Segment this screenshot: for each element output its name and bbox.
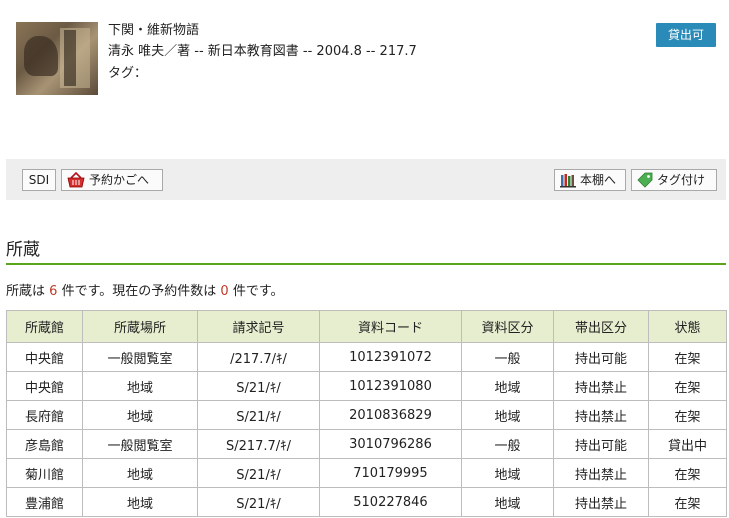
table-cell: 中央館	[6, 342, 83, 372]
add-tag-button[interactable]: タグ付け	[631, 169, 717, 191]
table-cell: 地域	[461, 400, 554, 430]
table-header-row: 所蔵館 所蔵場所 請求記号 資料コード 資料区分 帯出区分 状態	[6, 310, 727, 343]
bibliographic-info: 下関・維新物語 清永 唯夫／著 -- 新日本教育図書 -- 2004.8 -- …	[108, 22, 417, 84]
table-cell: 1012391080	[319, 371, 462, 401]
count-mid: 件です。現在の予約件数は	[61, 284, 217, 299]
table-cell: 豊浦館	[6, 487, 83, 517]
table-cell: S/21/ｷ/	[197, 458, 320, 488]
table-row: 中央館 一般閲覧室 /217.7/ｷ/ 1012391072 一般 持出可能 在…	[6, 342, 727, 372]
table-cell: 持出可能	[553, 429, 649, 459]
column-header: 請求記号	[197, 310, 320, 343]
table-cell: 一般	[461, 342, 554, 372]
cover-title-band	[64, 30, 76, 86]
sdi-button-label: SDI	[28, 173, 50, 187]
tag-icon	[637, 172, 653, 188]
section-divider	[6, 263, 726, 265]
table-cell: 地域	[82, 487, 198, 517]
column-header: 帯出区分	[553, 310, 649, 343]
table-cell: 在架	[648, 342, 727, 372]
table-cell: 在架	[648, 400, 727, 430]
holdings-count-text: 所蔵は 6 件です。現在の予約件数は 0 件です。	[6, 280, 284, 299]
cover-figure	[24, 36, 58, 76]
action-toolbar: SDI 予約かごへ 本棚へ タグ付け	[6, 159, 726, 200]
holdings-table: 所蔵館 所蔵場所 請求記号 資料コード 資料区分 帯出区分 状態 中央館 一般閲…	[6, 310, 727, 517]
table-row: 豊浦館 地域 S/21/ｷ/ 510227846 地域 持出禁止 在架	[6, 487, 727, 517]
table-cell: S/21/ｷ/	[197, 400, 320, 430]
table-cell: 長府館	[6, 400, 83, 430]
column-header: 資料コード	[319, 310, 462, 343]
table-cell: 中央館	[6, 371, 83, 401]
table-cell: 彦島館	[6, 429, 83, 459]
tag-label: タグ：	[108, 66, 148, 81]
table-cell: 2010836829	[319, 400, 462, 430]
table-cell: 在架	[648, 458, 727, 488]
table-cell: 貸出中	[648, 429, 727, 459]
table-cell: 持出禁止	[553, 487, 649, 517]
table-cell: 地域	[82, 458, 198, 488]
table-row: 彦島館 一般閲覧室 S/217.7/ｷ/ 3010796286 一般 持出可能 …	[6, 429, 727, 459]
table-cell: 3010796286	[319, 429, 462, 459]
table-cell: 710179995	[319, 458, 462, 488]
add-to-cart-button[interactable]: 予約かごへ	[61, 169, 163, 191]
holdings-total: 6	[49, 284, 58, 299]
bookshelf-icon	[560, 174, 576, 188]
reservation-count: 0	[220, 284, 229, 299]
table-cell: 持出可能	[553, 342, 649, 372]
table-row: 菊川館 地域 S/21/ｷ/ 710179995 地域 持出禁止 在架	[6, 458, 727, 488]
table-cell: 在架	[648, 371, 727, 401]
column-header: 状態	[648, 310, 727, 343]
table-cell: 持出禁止	[553, 458, 649, 488]
table-cell: 菊川館	[6, 458, 83, 488]
table-row: 中央館 地域 S/21/ｷ/ 1012391080 地域 持出禁止 在架	[6, 371, 727, 401]
table-cell: 一般閲覧室	[82, 342, 198, 372]
sdi-button[interactable]: SDI	[22, 169, 56, 191]
table-cell: 持出禁止	[553, 400, 649, 430]
column-header: 所蔵場所	[82, 310, 198, 343]
basket-icon	[67, 172, 85, 188]
holdings-heading: 所蔵	[6, 240, 40, 260]
status-badge: 貸出可	[656, 23, 716, 47]
book-meta: 清永 唯夫／著 -- 新日本教育図書 -- 2004.8 -- 217.7	[108, 44, 417, 59]
book-cover-image[interactable]	[16, 22, 98, 95]
table-cell: 一般閲覧室	[82, 429, 198, 459]
table-cell: 1012391072	[319, 342, 462, 372]
table-cell: 地域	[82, 371, 198, 401]
table-cell: 地域	[461, 371, 554, 401]
add-tag-label: タグ付け	[657, 173, 706, 187]
count-suffix: 件です。	[232, 284, 284, 299]
column-header: 所蔵館	[6, 310, 83, 343]
table-row: 長府館 地域 S/21/ｷ/ 2010836829 地域 持出禁止 在架	[6, 400, 727, 430]
bookshelf-label: 本棚へ	[580, 173, 617, 187]
table-cell: 一般	[461, 429, 554, 459]
table-cell: 在架	[648, 487, 727, 517]
table-cell: 地域	[82, 400, 198, 430]
table-cell: 地域	[461, 487, 554, 517]
table-cell: 510227846	[319, 487, 462, 517]
count-prefix: 所蔵は	[6, 284, 46, 299]
table-cell: S/21/ｷ/	[197, 371, 320, 401]
book-title[interactable]: 下関・維新物語	[108, 22, 417, 40]
add-to-cart-label: 予約かごへ	[89, 173, 150, 187]
table-cell: S/21/ｷ/	[197, 487, 320, 517]
table-cell: /217.7/ｷ/	[197, 342, 320, 372]
column-header: 資料区分	[461, 310, 554, 343]
table-cell: 地域	[461, 458, 554, 488]
table-cell: 持出禁止	[553, 371, 649, 401]
table-cell: S/217.7/ｷ/	[197, 429, 320, 459]
bookshelf-button[interactable]: 本棚へ	[554, 169, 626, 191]
